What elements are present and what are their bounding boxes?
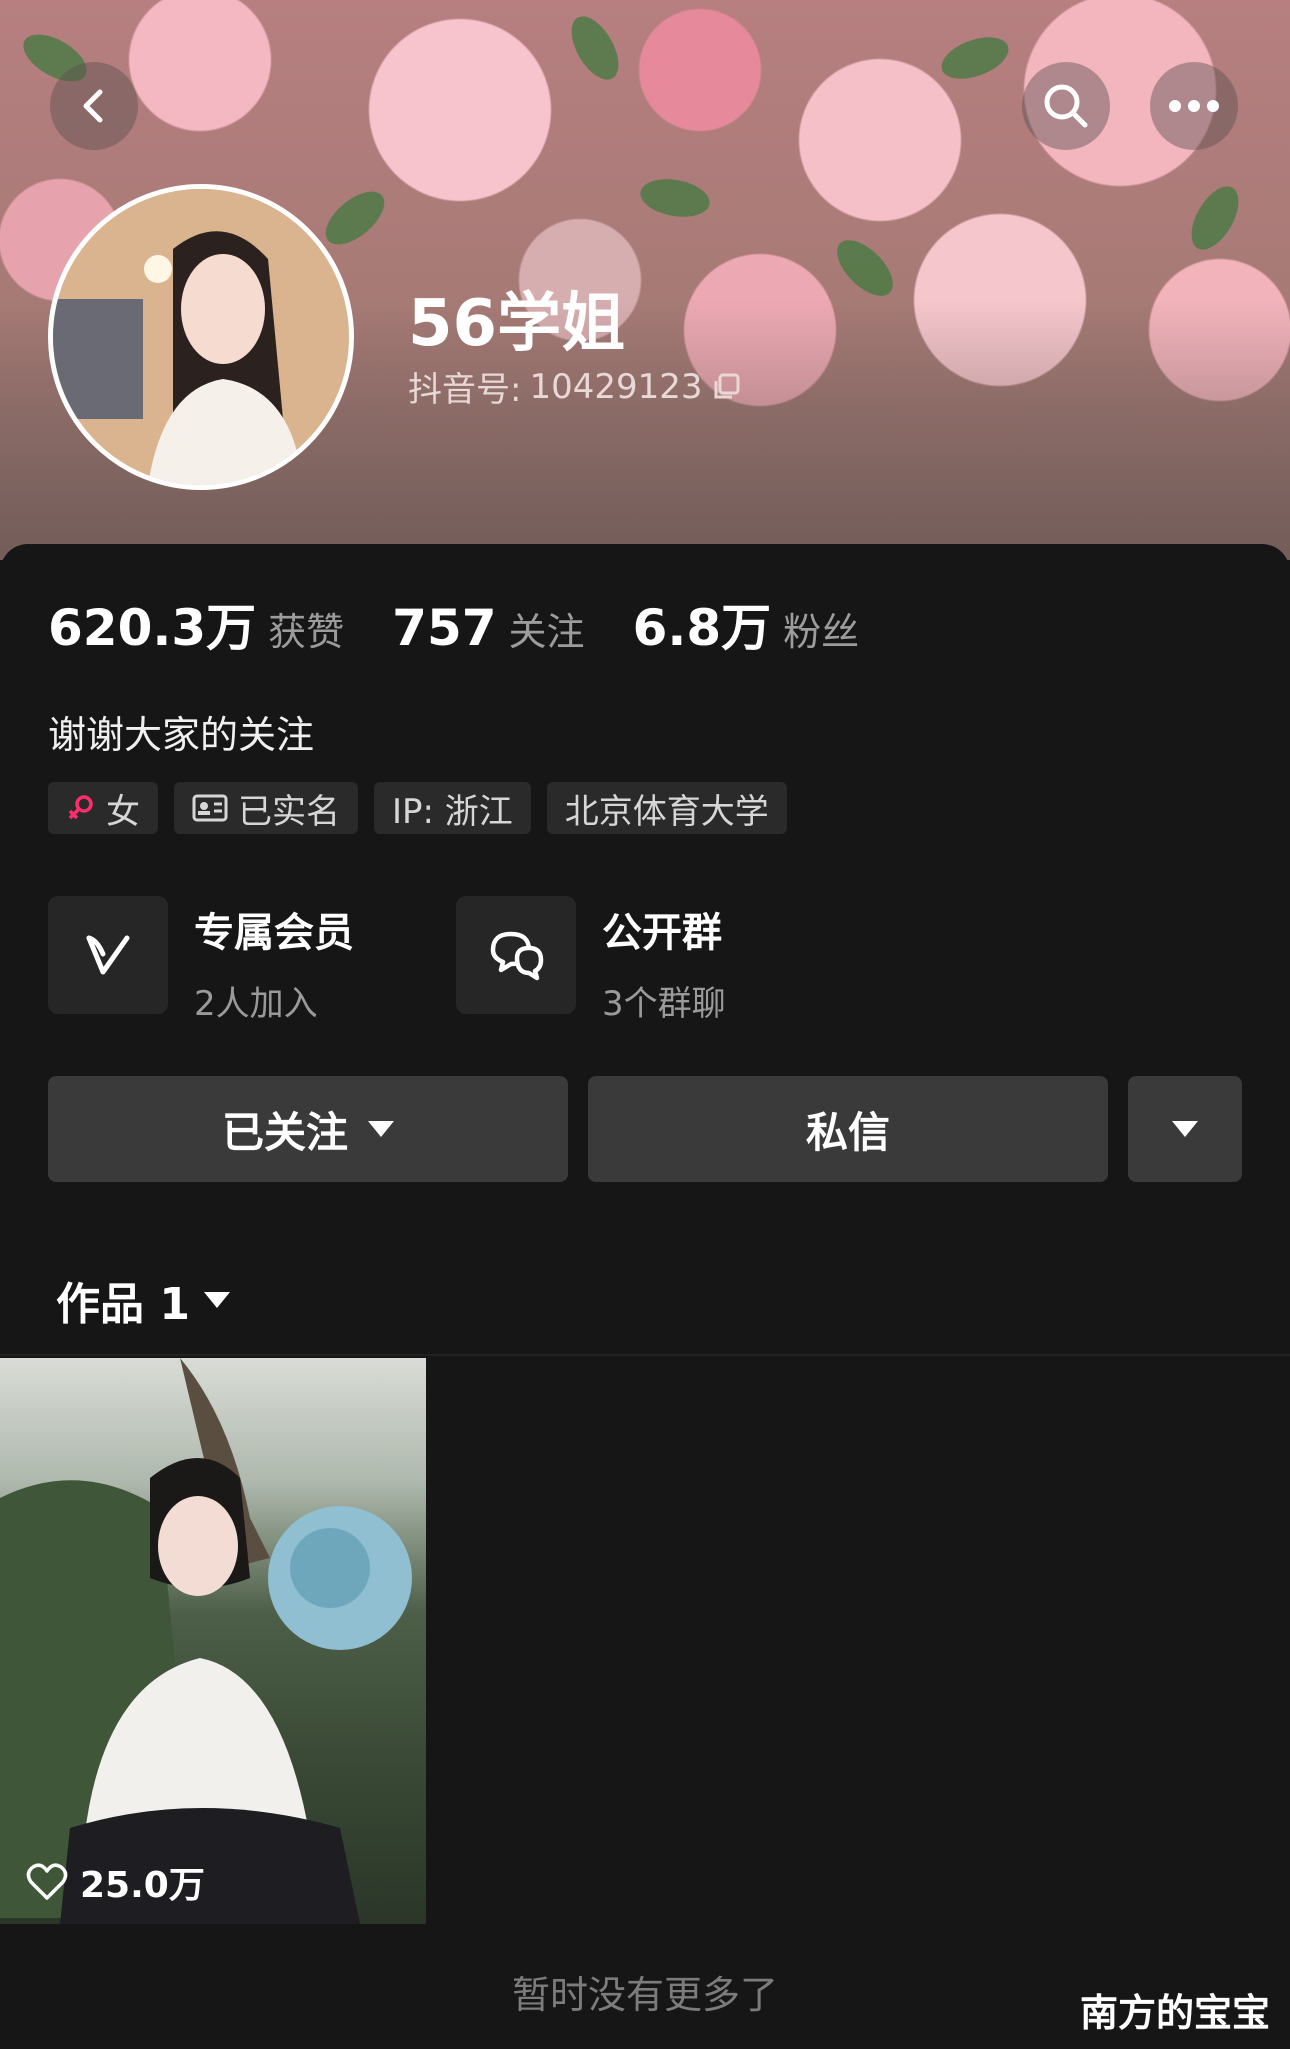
likes-value: 25.0万 <box>80 1865 205 1906</box>
back-icon <box>83 89 103 123</box>
copy-icon[interactable] <box>711 372 741 402</box>
verified-tag: 已实名 <box>174 782 358 834</box>
works-tab[interactable]: 作品 1 <box>56 1268 230 1332</box>
watermark: 南方的宝宝 <box>1079 1991 1270 2035</box>
school-label: 北京体育大学 <box>564 791 769 832</box>
bio: 谢谢大家的关注 <box>48 713 315 757</box>
following-button[interactable]: 已关注 <box>48 1076 568 1182</box>
dropdown-icon <box>1172 1121 1198 1137</box>
female-icon <box>68 795 93 820</box>
followers-label[interactable]: 粉丝 <box>783 601 859 656</box>
douyin-id-label: 抖音号: <box>408 370 522 410</box>
douyin-id-value: 10429123 <box>529 366 703 407</box>
thumbnail-image <box>0 1358 412 1924</box>
verified-label: 已实名 <box>238 791 340 832</box>
gender-tag: 女 <box>48 782 158 834</box>
followers-count[interactable]: 6.8万 <box>633 588 772 660</box>
divider <box>0 1354 1290 1356</box>
group-title: 公开群 <box>602 910 722 956</box>
following-label[interactable]: 关注 <box>509 601 585 656</box>
video-thumbnail[interactable] <box>0 1358 426 1924</box>
likes-count: 620.3万 <box>48 599 257 657</box>
group-card[interactable]: 公开群 3个群聊 <box>456 896 726 1025</box>
more-actions-button[interactable] <box>1128 1076 1242 1182</box>
school-tag[interactable]: 北京体育大学 <box>546 782 787 834</box>
douyin-id[interactable]: 抖音号: 10429123 <box>408 362 741 411</box>
likes-overlay: 25.0万 <box>26 1856 205 1908</box>
search-button[interactable] <box>1022 62 1110 150</box>
more-icon <box>1169 100 1219 112</box>
group-icon-box <box>456 896 576 1014</box>
search-icon <box>1044 84 1088 128</box>
chat-group-icon <box>490 931 544 981</box>
following-count[interactable]: 757 <box>392 599 496 657</box>
back-button[interactable] <box>50 62 138 150</box>
id-card-icon <box>192 794 228 822</box>
avatar-portrait <box>53 189 349 485</box>
vip-icon <box>86 935 130 975</box>
works-tab-label: 作品 1 <box>56 1279 190 1330</box>
ip-tag: IP: 浙江 <box>374 782 531 834</box>
ip-label: IP: 浙江 <box>392 791 513 832</box>
profile-name: 56学姐 <box>408 287 626 361</box>
member-sub: 2人加入 <box>194 984 318 1024</box>
message-button-label: 私信 <box>805 1107 890 1157</box>
member-title: 专属会员 <box>194 910 354 956</box>
avatar[interactable] <box>48 184 354 490</box>
group-sub: 3个群聊 <box>602 984 726 1024</box>
likes-label: 获赞 <box>268 610 345 654</box>
more-button[interactable] <box>1150 62 1238 150</box>
message-button[interactable]: 私信 <box>588 1076 1108 1182</box>
chevron-down-icon <box>203 1292 230 1308</box>
heart-icon <box>26 1863 68 1900</box>
stats-row: 620.3万 获赞 757 关注 6.8万 粉丝 <box>48 588 907 660</box>
tag-row: 女 已实名 IP: 浙江 北京体育大学 <box>48 782 787 834</box>
dropdown-icon <box>368 1121 394 1137</box>
gender-label: 女 <box>106 791 140 832</box>
member-card[interactable]: 专属会员 2人加入 <box>48 896 354 1025</box>
following-button-label: 已关注 <box>221 1107 348 1157</box>
member-icon-box <box>48 896 168 1014</box>
